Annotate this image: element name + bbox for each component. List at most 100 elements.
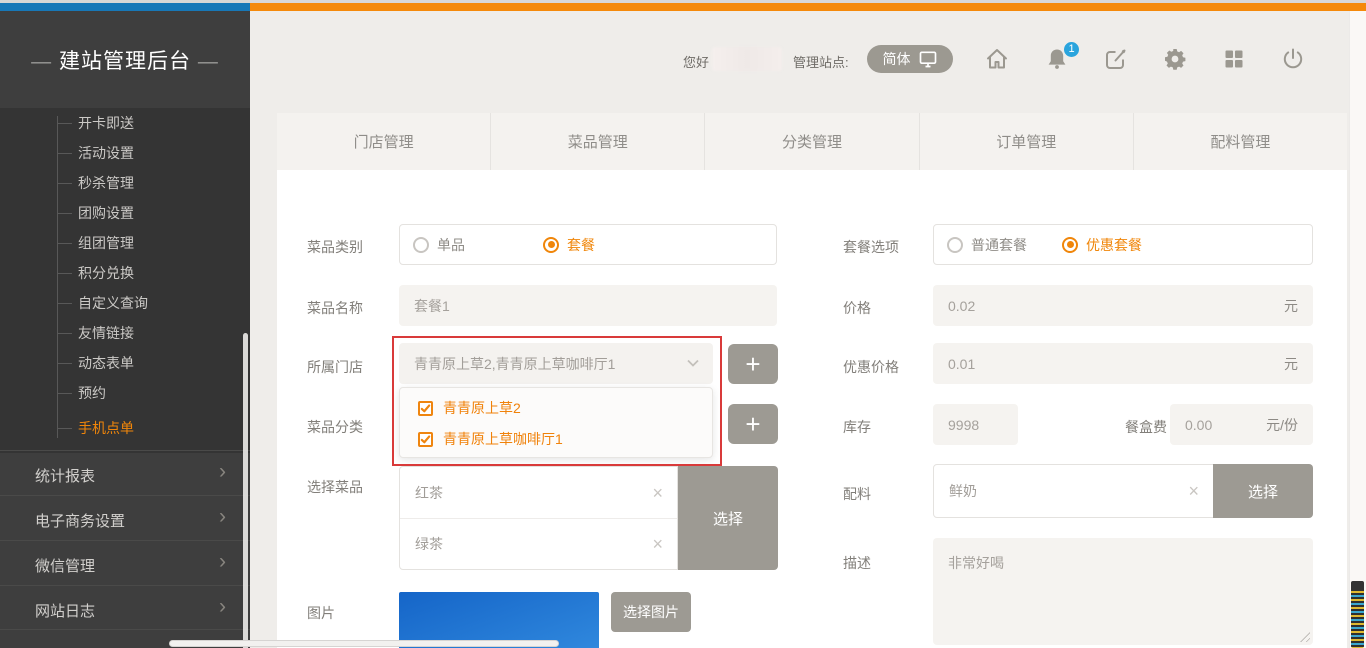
radio-discount-combo-label: 优惠套餐 bbox=[1086, 235, 1142, 255]
checkbox-checked-icon[interactable] bbox=[418, 432, 433, 447]
sidebar-item-group-manage[interactable]: 组团管理 bbox=[78, 235, 134, 251]
sidebar-item-activity[interactable]: 活动设置 bbox=[78, 145, 134, 161]
add-store-button[interactable]: + bbox=[728, 344, 778, 384]
sidebar-submenu: 开卡即送 活动设置 秒杀管理 团购设置 组团管理 积分兑换 自定义查询 友情链接… bbox=[0, 108, 250, 453]
stock-label: 库存 bbox=[843, 417, 871, 437]
tab-ingredient-management[interactable]: 配料管理 bbox=[1133, 113, 1347, 170]
dish-name-input[interactable]: 套餐1 bbox=[399, 285, 777, 326]
sidebar-section-wechat[interactable]: 微信管理 › bbox=[0, 540, 250, 585]
store-option-2[interactable]: 青青原上草咖啡厅1 bbox=[418, 429, 563, 449]
tab-bar: 门店管理 菜品管理 分类管理 订单管理 配料管理 bbox=[277, 113, 1347, 170]
chevron-right-icon: › bbox=[219, 505, 226, 529]
app-title: — 建站管理后台 — bbox=[0, 45, 250, 75]
horizontal-scrollbar-thumb[interactable] bbox=[169, 640, 559, 647]
radio-discount-combo[interactable] bbox=[1062, 237, 1078, 253]
box-fee-input[interactable]: 0.00 元/份 bbox=[1170, 404, 1313, 445]
store-option-1[interactable]: 青青原上草2 bbox=[418, 398, 521, 418]
tab-category-management[interactable]: 分类管理 bbox=[704, 113, 918, 170]
topbar-orange-accent bbox=[250, 3, 1366, 11]
remove-dish-icon[interactable]: × bbox=[652, 535, 663, 553]
combo-type-label: 套餐选项 bbox=[843, 237, 899, 257]
manage-site-label: 管理站点: bbox=[793, 52, 849, 71]
sidebar-item-dynamic-form[interactable]: 动态表单 bbox=[78, 355, 134, 371]
dish-name: 绿茶 bbox=[415, 534, 443, 554]
greeting-text: 您好 bbox=[683, 52, 709, 71]
radio-combo-label: 套餐 bbox=[567, 235, 595, 255]
section-label: 网站日志 bbox=[35, 600, 95, 621]
dish-type-radio-group: 单品 套餐 bbox=[399, 224, 777, 265]
sidebar-item-points[interactable]: 积分兑换 bbox=[78, 265, 134, 281]
tab-dish-management[interactable]: 菜品管理 bbox=[490, 113, 704, 170]
sidebar-item-card-gift[interactable]: 开卡即送 bbox=[78, 115, 134, 131]
checkbox-checked-icon[interactable] bbox=[418, 401, 433, 416]
description-value: 非常好喝 bbox=[948, 555, 1004, 571]
remove-ingredient-icon[interactable]: × bbox=[1188, 482, 1199, 500]
sidebar-item-links[interactable]: 友情链接 bbox=[78, 325, 134, 341]
home-icon bbox=[985, 47, 1009, 71]
grid-icon bbox=[1222, 47, 1246, 71]
chevron-right-icon: › bbox=[219, 595, 226, 619]
sidebar-section-ecommerce[interactable]: 电子商务设置 › bbox=[0, 495, 250, 540]
select-image-button[interactable]: 选择图片 bbox=[611, 592, 691, 632]
tab-order-management[interactable]: 订单管理 bbox=[919, 113, 1133, 170]
sidebar-section-statistics[interactable]: 统计报表 › bbox=[0, 450, 250, 495]
sidebar-item-custom-query[interactable]: 自定义查询 bbox=[78, 295, 148, 311]
dish-type-label: 菜品类别 bbox=[307, 237, 363, 257]
sidebar-item-seckill[interactable]: 秒杀管理 bbox=[78, 175, 134, 191]
stock-input[interactable]: 9998 bbox=[933, 404, 1018, 445]
ingredient-value: 鲜奶 bbox=[949, 481, 977, 501]
app-title-text: 建站管理后台 bbox=[59, 50, 191, 73]
home-button[interactable] bbox=[985, 47, 1009, 71]
radio-normal-combo[interactable] bbox=[947, 237, 963, 253]
vertical-scrollbar-thumb[interactable] bbox=[1351, 581, 1364, 648]
remove-dish-icon[interactable]: × bbox=[652, 484, 663, 502]
edit-icon bbox=[1104, 47, 1128, 71]
price-input[interactable]: 0.02 元 bbox=[933, 285, 1313, 326]
price-value: 0.02 bbox=[948, 298, 975, 314]
title-dash-right: — bbox=[198, 51, 219, 73]
radio-combo[interactable] bbox=[543, 237, 559, 253]
box-fee-value: 0.00 bbox=[1185, 417, 1212, 433]
compose-button[interactable] bbox=[1104, 47, 1128, 71]
language-label: 简体 bbox=[883, 49, 911, 69]
discount-price-label: 优惠价格 bbox=[843, 357, 899, 377]
section-label: 微信管理 bbox=[35, 555, 95, 576]
sidebar-item-groupbuy[interactable]: 团购设置 bbox=[78, 205, 134, 221]
tab-store-management[interactable]: 门店管理 bbox=[277, 113, 490, 170]
language-pill-button[interactable]: 简体 bbox=[867, 45, 953, 73]
sidebar-item-reservation[interactable]: 预约 bbox=[78, 385, 106, 401]
discount-price-input[interactable]: 0.01 元 bbox=[933, 343, 1313, 384]
box-fee-label: 餐盒费 bbox=[1125, 417, 1167, 437]
section-label: 统计报表 bbox=[35, 465, 95, 486]
select-ingredient-button[interactable]: 选择 bbox=[1213, 464, 1313, 518]
power-icon bbox=[1281, 47, 1305, 71]
discount-price-unit: 元 bbox=[1284, 354, 1298, 374]
description-textarea[interactable]: 非常好喝 bbox=[933, 538, 1313, 645]
radio-single-dish[interactable] bbox=[413, 237, 429, 253]
logout-button[interactable] bbox=[1281, 47, 1305, 71]
monitor-icon bbox=[918, 49, 938, 69]
selected-dishes-list: 红茶 × 绿茶 × bbox=[399, 466, 678, 570]
settings-button[interactable] bbox=[1163, 47, 1187, 71]
dish-category-label: 菜品分类 bbox=[307, 417, 363, 437]
sidebar-item-mobile-order[interactable]: 手机点单 bbox=[78, 420, 134, 436]
sidebar-section-sitelog[interactable]: 网站日志 › bbox=[0, 585, 250, 630]
store-select[interactable]: 青青原上草2,青青原上草咖啡厅1 bbox=[399, 343, 713, 384]
tree-line bbox=[57, 116, 58, 438]
sidebar: — 建站管理后台 — 开卡即送 活动设置 秒杀管理 团购设置 组团管理 积分兑换… bbox=[0, 3, 250, 648]
apps-button[interactable] bbox=[1222, 47, 1246, 71]
add-category-button[interactable]: + bbox=[728, 404, 778, 444]
description-label: 描述 bbox=[843, 553, 871, 573]
ingredient-input[interactable]: 鲜奶 × bbox=[933, 464, 1214, 518]
select-dishes-button[interactable]: 选择 bbox=[678, 466, 778, 570]
store-option-label: 青青原上草2 bbox=[443, 398, 521, 418]
vertical-scrollbar-track[interactable] bbox=[1349, 11, 1366, 648]
topbar-blue-accent bbox=[0, 3, 250, 11]
sidebar-scrollbar[interactable] bbox=[243, 333, 248, 648]
discount-price-value: 0.01 bbox=[948, 356, 975, 372]
ingredient-label: 配料 bbox=[843, 484, 871, 504]
dish-name-value: 套餐1 bbox=[414, 296, 450, 316]
gear-icon bbox=[1163, 47, 1187, 71]
content-panel: 门店管理 菜品管理 分类管理 订单管理 配料管理 菜品类别 单品 套餐 菜品名称… bbox=[277, 113, 1347, 648]
notification-badge: 1 bbox=[1062, 40, 1081, 59]
